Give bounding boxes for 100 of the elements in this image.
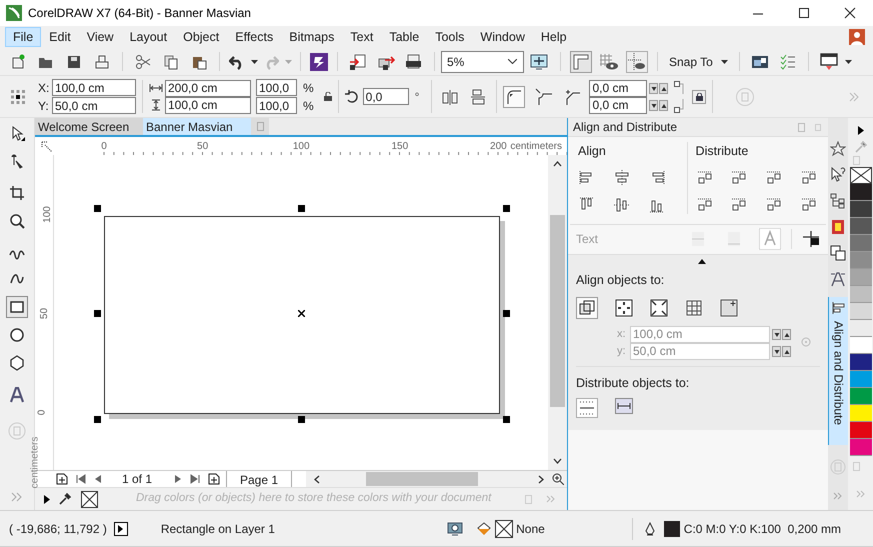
grid-view-icon[interactable] xyxy=(599,52,619,70)
menu-item[interactable]: Edit xyxy=(41,27,79,47)
menu-item[interactable]: File xyxy=(5,27,42,47)
reset-icon[interactable] xyxy=(802,230,820,248)
play-icon[interactable] xyxy=(118,524,124,532)
export-icon[interactable] xyxy=(377,54,395,70)
document-tab[interactable]: Welcome Screen xyxy=(35,118,143,135)
menu-item[interactable]: Bitmaps xyxy=(281,27,342,47)
pdf-export-icon[interactable] xyxy=(405,54,423,70)
selection-handle[interactable] xyxy=(503,416,510,423)
new-document-icon[interactable] xyxy=(10,54,26,70)
x-position-field[interactable]: 100,0 cm xyxy=(52,79,136,96)
ruler-origin-icon[interactable] xyxy=(41,141,53,153)
menu-item[interactable]: Tools xyxy=(427,27,472,47)
caret-icon[interactable] xyxy=(845,60,852,64)
user-avatar-icon[interactable] xyxy=(849,29,865,45)
scissors-icon[interactable] xyxy=(135,54,151,70)
caret-icon[interactable] xyxy=(720,60,728,64)
color-swatch[interactable] xyxy=(850,371,872,388)
snap-to-dropdown[interactable]: Snap To xyxy=(664,50,733,72)
polygon-icon[interactable] xyxy=(9,355,25,371)
lock-icon[interactable] xyxy=(324,92,332,101)
page-center-icon[interactable] xyxy=(650,298,668,316)
rectangle-icon[interactable] xyxy=(9,299,25,315)
align-middle-icon[interactable] xyxy=(613,196,631,214)
overlap-icon[interactable] xyxy=(830,245,846,261)
scalloped-corner-icon[interactable] xyxy=(535,88,554,106)
object-origin-icon[interactable] xyxy=(10,88,26,104)
launcher-icon[interactable] xyxy=(310,52,328,70)
caret-icon[interactable] xyxy=(250,60,258,64)
last-page-icon[interactable] xyxy=(190,474,200,484)
height-field[interactable]: 100,0 cm xyxy=(165,96,251,114)
mirror-vertical-icon[interactable] xyxy=(470,88,486,104)
no-color-icon[interactable] xyxy=(496,520,512,536)
add-page-icon[interactable] xyxy=(208,473,220,485)
menu-item[interactable]: Effects xyxy=(227,27,282,47)
zoom-icon[interactable] xyxy=(552,473,564,485)
zoom-icon[interactable] xyxy=(9,213,25,229)
selection-handle[interactable] xyxy=(94,205,101,212)
import-icon[interactable] xyxy=(349,54,367,70)
color-swatch[interactable] xyxy=(850,354,872,371)
page-extent-icon[interactable] xyxy=(615,398,633,414)
scale-width-field[interactable]: 100,0 xyxy=(256,79,297,96)
round-corner-icon[interactable] xyxy=(503,86,526,108)
scrollbar-thumb[interactable] xyxy=(550,215,565,407)
no-color-icon[interactable] xyxy=(82,492,97,506)
color-swatch[interactable] xyxy=(850,388,872,405)
play-icon[interactable] xyxy=(858,126,864,135)
checklist-icon[interactable] xyxy=(780,54,796,70)
favorites-icon[interactable] xyxy=(830,141,846,157)
add-page-icon[interactable] xyxy=(56,473,68,485)
zoom-to-page-icon[interactable] xyxy=(530,54,548,70)
scrollbar-thumb[interactable] xyxy=(366,472,478,486)
selection-handle[interactable] xyxy=(503,310,510,317)
selection-handle[interactable] xyxy=(298,416,305,423)
color-swatch[interactable] xyxy=(850,269,872,286)
scroll-up-icon[interactable] xyxy=(553,161,562,167)
corner-lock-icon[interactable] xyxy=(674,80,684,112)
text-tool-icon[interactable] xyxy=(9,387,25,403)
color-swatch[interactable] xyxy=(850,184,872,201)
ellipse-icon[interactable] xyxy=(9,327,25,343)
corner-radius-field[interactable]: 0,0 cm xyxy=(589,96,648,114)
crop-icon[interactable] xyxy=(9,185,25,201)
save-icon[interactable] xyxy=(66,54,82,70)
docker-tab[interactable]: Align and Distribute xyxy=(828,297,848,446)
menu-item[interactable]: Object xyxy=(175,27,228,47)
selection-handle[interactable] xyxy=(94,416,101,423)
menu-item[interactable]: Help xyxy=(532,27,575,47)
color-swatch[interactable] xyxy=(850,439,872,456)
color-swatch[interactable] xyxy=(850,218,872,235)
color-swatch[interactable] xyxy=(850,235,872,252)
hints-icon[interactable] xyxy=(830,167,846,183)
align-center-icon[interactable] xyxy=(613,168,631,187)
print-icon[interactable] xyxy=(94,54,110,70)
shape-tool-icon[interactable] xyxy=(9,153,25,169)
menu-item[interactable]: Window xyxy=(472,27,533,47)
selection-extent-icon[interactable] xyxy=(576,398,598,418)
color-swatch[interactable] xyxy=(850,201,872,218)
options-icon[interactable] xyxy=(750,54,769,70)
guidelines-icon[interactable] xyxy=(626,50,648,72)
rulers-icon[interactable] xyxy=(570,50,592,72)
eyedropper-icon[interactable] xyxy=(59,493,71,505)
chamfered-corner-icon[interactable] xyxy=(563,88,582,106)
spin-buttons[interactable] xyxy=(649,82,668,94)
play-icon[interactable] xyxy=(44,494,50,504)
next-page-icon[interactable] xyxy=(174,474,182,484)
portrait-icon[interactable] xyxy=(830,219,846,235)
fill-bucket-icon[interactable] xyxy=(475,520,494,538)
color-swatch[interactable] xyxy=(850,422,872,439)
document-tab[interactable]: Banner Masvian xyxy=(143,118,251,135)
specified-point-icon[interactable] xyxy=(720,298,738,316)
spin-buttons[interactable] xyxy=(649,100,668,110)
menu-item[interactable]: View xyxy=(78,27,122,47)
spin-buttons[interactable] xyxy=(772,346,791,356)
color-swatch[interactable] xyxy=(850,303,872,320)
color-swatch[interactable] xyxy=(850,337,872,354)
pen-nib-icon[interactable] xyxy=(644,522,655,536)
color-swatch[interactable] xyxy=(850,286,872,303)
selection-handle[interactable] xyxy=(298,205,305,212)
y-position-field[interactable]: 50,0 cm xyxy=(52,97,136,114)
